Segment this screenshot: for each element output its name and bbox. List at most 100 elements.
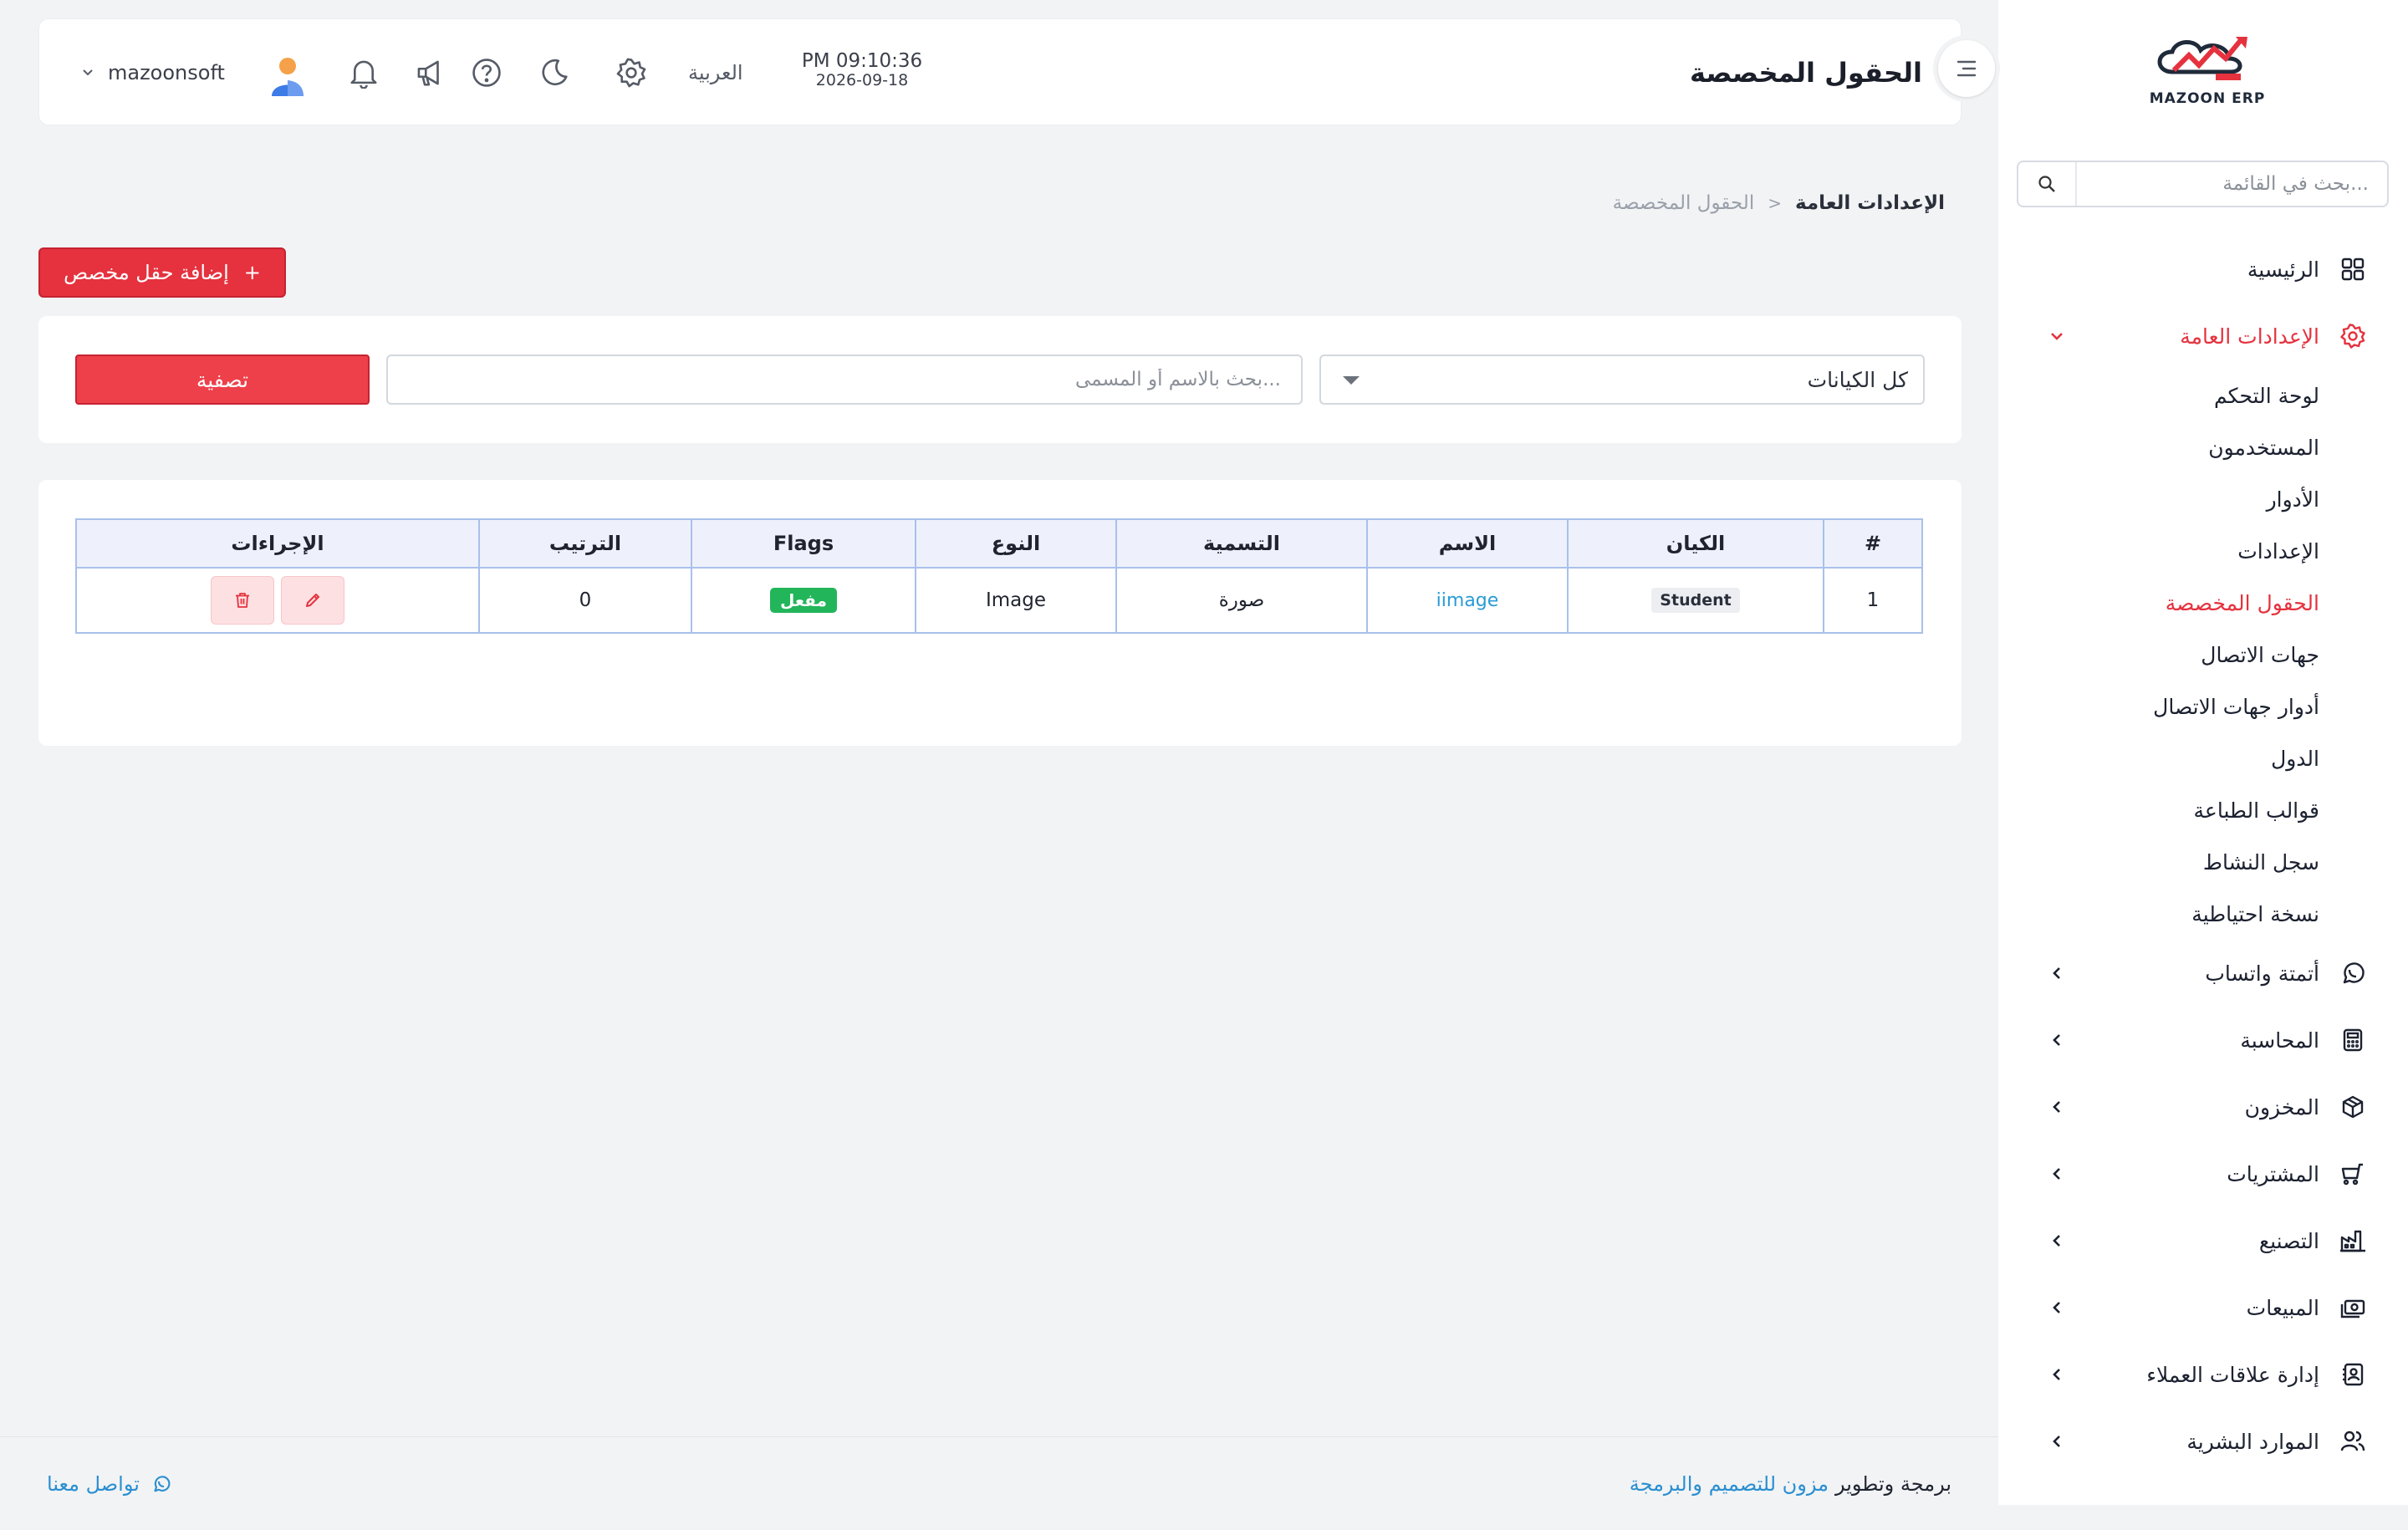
subitem-roles[interactable]: الأدوار xyxy=(1998,473,2319,525)
subitem-backup[interactable]: نسخة احتياطية xyxy=(1998,888,2319,940)
sidebar-item-purchases[interactable]: المشتريات xyxy=(1998,1140,2408,1207)
users-icon xyxy=(2339,1428,2366,1455)
sidebar-item-label: الإعدادات العامة xyxy=(2180,324,2319,349)
caret-down-icon xyxy=(1343,376,1360,385)
sidebar-search-input[interactable] xyxy=(2077,162,2387,206)
breadcrumb-root[interactable]: الإعدادات العامة xyxy=(1795,192,1945,214)
col-type: النوع xyxy=(915,518,1117,569)
sidebar-item-inventory[interactable]: المخزون xyxy=(1998,1074,2408,1140)
entity-select-value: كل الكيانات xyxy=(1807,367,1908,392)
moon-icon[interactable] xyxy=(536,54,573,91)
gear-icon xyxy=(2339,323,2366,349)
contacts-icon xyxy=(2339,1361,2366,1388)
edit-button[interactable] xyxy=(281,576,344,625)
cell-name: iimage xyxy=(1366,567,1569,634)
breadcrumb-separator: < xyxy=(1768,193,1782,213)
sidebar-menu: الرئيسية الإعدادات العامة لوحة التحكم ال… xyxy=(1998,236,2408,1475)
chevron-left-icon xyxy=(2048,1299,2065,1316)
language-switch[interactable]: العربية xyxy=(688,19,743,126)
cell-flags: مفعل xyxy=(691,567,916,634)
footer-credit: برمجة وتطوير مزون للتصميم والبرمجة xyxy=(1630,1437,1951,1530)
page-title: الحقول المخصصة xyxy=(1689,57,1922,89)
top-header: الحقول المخصصة PM 09:10:36 2026-09-18 ال… xyxy=(38,18,1962,125)
contact-us-link[interactable]: تواصل معنا xyxy=(47,1437,171,1530)
sidebar-toggle-button[interactable] xyxy=(1933,35,2000,102)
avatar[interactable] xyxy=(265,53,310,98)
subitem-print-templates[interactable]: قوالب الطباعة xyxy=(1998,784,2319,836)
chevron-left-icon xyxy=(2048,1099,2065,1115)
bell-icon[interactable] xyxy=(345,54,382,91)
search-icon[interactable] xyxy=(2018,162,2077,206)
col-name: الاسم xyxy=(1366,518,1569,569)
footer: برمجة وتطوير مزون للتصميم والبرمجة تواصل… xyxy=(0,1436,1998,1530)
name-search-input[interactable] xyxy=(386,354,1303,405)
clock: PM 09:10:36 2026-09-18 xyxy=(795,50,929,89)
megaphone-icon[interactable] xyxy=(411,54,448,91)
sidebar-item-sales[interactable]: المبيعات xyxy=(1998,1274,2408,1341)
subitem-contacts[interactable]: جهات الاتصال xyxy=(1998,629,2319,681)
sidebar-item-label: التصنيع xyxy=(2258,1228,2319,1253)
delete-button[interactable] xyxy=(211,576,274,625)
logo-text: MAZOON ERP xyxy=(2149,90,2266,107)
sidebar-item-hr[interactable]: الموارد البشرية xyxy=(1998,1408,2408,1475)
calculator-icon xyxy=(2339,1027,2366,1053)
gear-icon[interactable] xyxy=(613,54,650,91)
col-label: التسمية xyxy=(1115,518,1368,569)
entity-badge: Student xyxy=(1651,588,1740,613)
sidebar-item-whatsapp[interactable]: أتمتة واتساب xyxy=(1998,940,2408,1007)
cell-actions xyxy=(75,567,480,634)
col-flags: Flags xyxy=(691,518,916,569)
cash-icon xyxy=(2339,1294,2366,1321)
sidebar-item-label: الرئيسية xyxy=(2247,257,2319,282)
chevron-left-icon xyxy=(2048,1433,2065,1450)
sidebar-search[interactable] xyxy=(2017,161,2389,207)
subitem-contact-roles[interactable]: أدوار جهات الاتصال xyxy=(1998,681,2319,732)
sidebar-item-accounting[interactable]: المحاسبة xyxy=(1998,1007,2408,1074)
status-badge: مفعل xyxy=(770,588,837,613)
field-name-link[interactable]: iimage xyxy=(1436,590,1499,611)
sidebar-item-crm[interactable]: إدارة علاقات العملاء xyxy=(1998,1341,2408,1408)
subitem-users[interactable]: المستخدمون xyxy=(1998,421,2319,473)
contact-label: تواصل معنا xyxy=(47,1472,140,1496)
chevron-down-icon xyxy=(2048,328,2065,344)
chevron-down-icon[interactable] xyxy=(81,66,94,79)
cell-label: صورة xyxy=(1115,567,1368,634)
logo: MAZOON ERP xyxy=(2149,33,2266,113)
general-settings-submenu: لوحة التحكم المستخدمون الأدوار الإعدادات… xyxy=(1998,370,2408,940)
sidebar-item-label: إدارة علاقات العملاء xyxy=(2146,1362,2319,1387)
factory-icon xyxy=(2339,1227,2366,1254)
menu-toggle-icon[interactable] xyxy=(1938,40,1995,97)
cell-index: 1 xyxy=(1823,567,1923,634)
filter-button[interactable]: تصفية xyxy=(75,354,370,405)
subitem-countries[interactable]: الدول xyxy=(1998,732,2319,784)
chevron-left-icon xyxy=(2048,965,2065,982)
row-actions xyxy=(77,576,478,625)
cart-icon xyxy=(2339,1160,2366,1187)
chevron-left-icon xyxy=(2048,1232,2065,1249)
subitem-custom-fields[interactable]: الحقول المخصصة xyxy=(1998,577,2319,629)
col-index: # xyxy=(1823,518,1923,569)
subitem-dashboard[interactable]: لوحة التحكم xyxy=(1998,370,2319,421)
subitem-activity-log[interactable]: سجل النشاط xyxy=(1998,836,2319,888)
cell-order: 0 xyxy=(478,567,692,634)
trash-icon xyxy=(236,593,249,608)
whatsapp-icon xyxy=(2339,960,2366,987)
pencil-icon xyxy=(306,594,319,607)
subitem-settings[interactable]: الإعدادات xyxy=(1998,525,2319,577)
breadcrumb: الإعدادات العامة < الحقول المخصصة xyxy=(1613,192,1945,214)
add-custom-field-button[interactable]: إضافة حقل مخصص + xyxy=(38,247,286,298)
sidebar-item-home[interactable]: الرئيسية xyxy=(1998,236,2408,303)
sidebar-item-label: أتمتة واتساب xyxy=(2205,961,2319,986)
sidebar-item-label: المخزون xyxy=(2244,1094,2319,1119)
sidebar-item-label: المشتريات xyxy=(2227,1161,2319,1186)
help-icon[interactable] xyxy=(468,54,505,91)
credit-brand-link[interactable]: مزون للتصميم والبرمجة xyxy=(1630,1472,1829,1496)
sidebar-item-general-settings[interactable]: الإعدادات العامة xyxy=(1998,303,2408,370)
chevron-left-icon xyxy=(2048,1165,2065,1182)
table-header-row: # الكيان الاسم التسمية النوع Flags الترت… xyxy=(75,518,1923,569)
sidebar-item-manufacturing[interactable]: التصنيع xyxy=(1998,1207,2408,1274)
logo-icon xyxy=(2157,37,2247,80)
entity-select[interactable]: كل الكيانات xyxy=(1319,354,1925,405)
filter-card: كل الكيانات تصفية xyxy=(38,316,1962,443)
username[interactable]: mazoonsoft xyxy=(108,19,225,126)
